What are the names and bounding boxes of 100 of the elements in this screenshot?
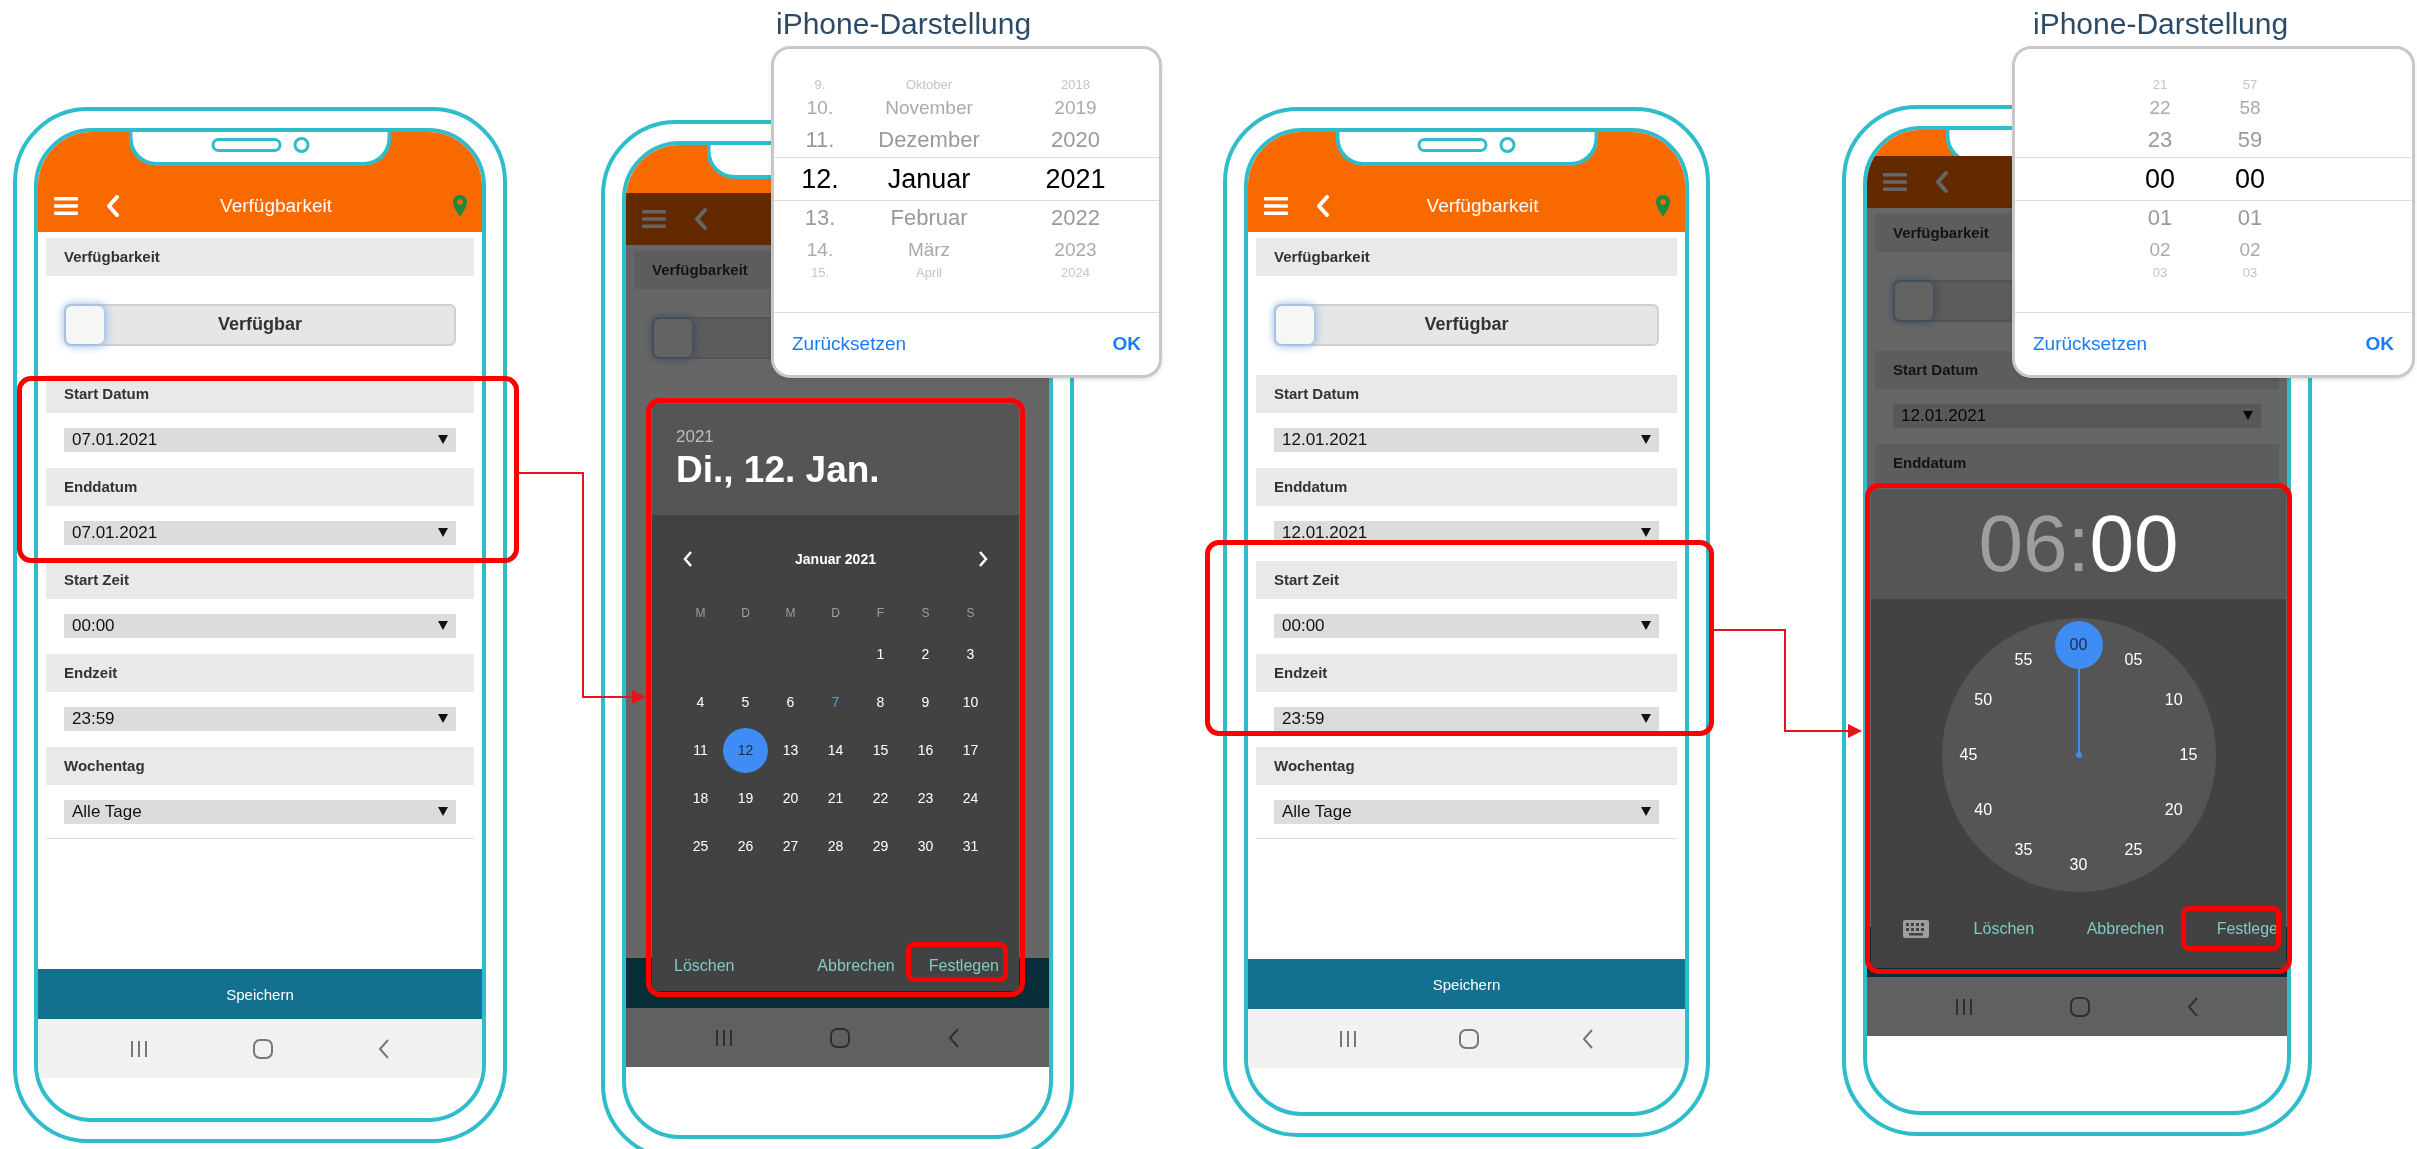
day-cell[interactable]: 9 xyxy=(903,679,948,725)
weekday-label: S xyxy=(965,606,976,620)
dropdown-arrow-icon xyxy=(438,807,448,816)
ok-button[interactable]: OK xyxy=(2361,329,2398,359)
menu-icon[interactable] xyxy=(1883,172,1907,192)
ok-button[interactable]: OK xyxy=(1108,329,1145,359)
recent-apps-icon[interactable] xyxy=(713,1027,734,1048)
day-cell[interactable]: 19 xyxy=(723,775,768,821)
recent-apps-icon[interactable] xyxy=(129,1038,150,1059)
day-cell[interactable]: 28 xyxy=(813,823,858,869)
wheel-item[interactable]: 12. xyxy=(774,163,866,195)
menu-icon[interactable] xyxy=(642,209,666,229)
home-icon[interactable] xyxy=(1458,1027,1481,1050)
dropdown-field[interactable]: 00:00 xyxy=(1274,613,1659,638)
dropdown-arrow-icon xyxy=(1641,435,1651,444)
back-icon[interactable] xyxy=(694,208,708,230)
date-heading: Di., 12. Jan. xyxy=(676,448,881,492)
day-cell[interactable]: 30 xyxy=(903,823,948,869)
time-segment[interactable]: 00 xyxy=(2089,499,2179,589)
back-icon[interactable] xyxy=(1580,1027,1595,1050)
weekday-label: M xyxy=(784,606,797,620)
location-pin-icon[interactable] xyxy=(1655,194,1671,218)
day-cell[interactable]: 12 xyxy=(723,727,768,773)
day-cell[interactable]: 4 xyxy=(678,679,723,725)
day-cell[interactable]: 26 xyxy=(723,823,768,869)
dropdown-field[interactable]: 23:59 xyxy=(1274,706,1659,731)
dropdown-field[interactable]: 07.01.2021 xyxy=(64,427,456,452)
day-cell[interactable]: 16 xyxy=(903,727,948,773)
day-cell[interactable]: 15 xyxy=(858,727,903,773)
day-cell[interactable]: 17 xyxy=(948,727,993,773)
toggle-switch[interactable]: Verfügbar xyxy=(1274,303,1659,346)
dropdown-field[interactable]: Alle Tage xyxy=(1274,799,1659,824)
dialog-button[interactable]: Löschen xyxy=(666,953,743,979)
menu-icon[interactable] xyxy=(54,196,78,216)
home-icon[interactable] xyxy=(2069,995,2091,1018)
section-label: Start Zeit xyxy=(1256,561,1677,599)
save-button[interactable]: Speichern xyxy=(38,969,482,1019)
weekday-label: F xyxy=(875,606,886,620)
day-cell[interactable]: 20 xyxy=(768,775,813,821)
day-cell[interactable]: 31 xyxy=(948,823,993,869)
clock-number[interactable]: 00 xyxy=(2054,621,2103,669)
back-icon[interactable] xyxy=(376,1037,391,1060)
day-cell[interactable]: 21 xyxy=(813,775,858,821)
wheel-item[interactable]: 2021 xyxy=(992,163,1159,195)
back-icon[interactable] xyxy=(1316,195,1330,217)
save-button[interactable]: Speichern xyxy=(1248,959,1685,1009)
dialog-button[interactable]: Festlege xyxy=(2208,916,2286,942)
previous-month-icon[interactable] xyxy=(682,550,694,568)
day-cell[interactable]: 23 xyxy=(903,775,948,821)
toggle-switch[interactable]: Verfügbar xyxy=(64,303,456,346)
dialog-button[interactable]: Löschen xyxy=(1965,916,2043,942)
day-cell[interactable]: 6 xyxy=(768,679,813,725)
dropdown-field[interactable]: 00:00 xyxy=(64,613,456,638)
section-label: Start Datum xyxy=(1256,375,1677,413)
dropdown-field[interactable]: 23:59 xyxy=(64,706,456,731)
recent-apps-icon[interactable] xyxy=(1338,1028,1359,1049)
day-cell[interactable]: 10 xyxy=(948,679,993,725)
clock-number[interactable]: 45 xyxy=(1944,731,1993,779)
clock-hand[interactable] xyxy=(2077,669,2080,755)
day-cell[interactable]: 7 xyxy=(813,679,858,725)
back-icon[interactable] xyxy=(1935,171,1949,193)
day-cell[interactable]: 22 xyxy=(858,775,903,821)
keyboard-icon[interactable] xyxy=(1903,920,1929,938)
day-cell[interactable]: 25 xyxy=(678,823,723,869)
day-cell[interactable]: 11 xyxy=(678,727,723,773)
speaker-icon xyxy=(1417,138,1488,152)
wheel-item[interactable]: 00 xyxy=(2205,163,2295,195)
day-cell[interactable]: 27 xyxy=(768,823,813,869)
year-label[interactable]: 2021 xyxy=(676,426,1019,448)
day-cell[interactable]: 2 xyxy=(903,631,948,677)
dropdown-field[interactable]: 12.01.2021 xyxy=(1274,427,1659,452)
back-icon[interactable] xyxy=(947,1026,962,1049)
wheel-item[interactable]: Januar xyxy=(866,163,992,195)
day-cell[interactable]: 29 xyxy=(858,823,903,869)
clock-face[interactable]: 00 05 10 15 20 25 30 35 40 45 50 55 xyxy=(1941,618,2216,892)
reset-button[interactable]: Zurücksetzen xyxy=(788,329,911,359)
clock-number[interactable]: 30 xyxy=(2054,841,2103,889)
back-icon[interactable] xyxy=(106,195,120,217)
clock-number[interactable]: 15 xyxy=(2164,731,2213,779)
dialog-button[interactable]: Abbrechen xyxy=(2078,916,2173,942)
day-cell[interactable]: 1 xyxy=(858,631,903,677)
menu-icon[interactable] xyxy=(1264,196,1288,216)
wheel-item[interactable]: 00 xyxy=(2115,163,2205,195)
day-cell[interactable]: 3 xyxy=(948,631,993,677)
day-cell[interactable]: 14 xyxy=(813,727,858,773)
next-month-icon[interactable] xyxy=(977,550,989,568)
day-cell[interactable]: 18 xyxy=(678,775,723,821)
back-icon[interactable] xyxy=(2185,995,2200,1018)
dialog-button[interactable]: Abbrechen xyxy=(809,953,903,979)
home-icon[interactable] xyxy=(829,1026,852,1049)
dropdown-field[interactable]: Alle Tage xyxy=(64,799,456,824)
location-pin-icon[interactable] xyxy=(452,194,468,218)
home-icon[interactable] xyxy=(252,1037,274,1060)
day-cell[interactable]: 13 xyxy=(768,727,813,773)
speaker-icon xyxy=(211,138,281,152)
day-cell[interactable]: 8 xyxy=(858,679,903,725)
day-cell[interactable]: 24 xyxy=(948,775,993,821)
day-cell[interactable]: 5 xyxy=(723,679,768,725)
dropdown-field[interactable]: 07.01.2021 xyxy=(64,520,456,545)
recent-apps-icon[interactable] xyxy=(1954,996,1975,1017)
